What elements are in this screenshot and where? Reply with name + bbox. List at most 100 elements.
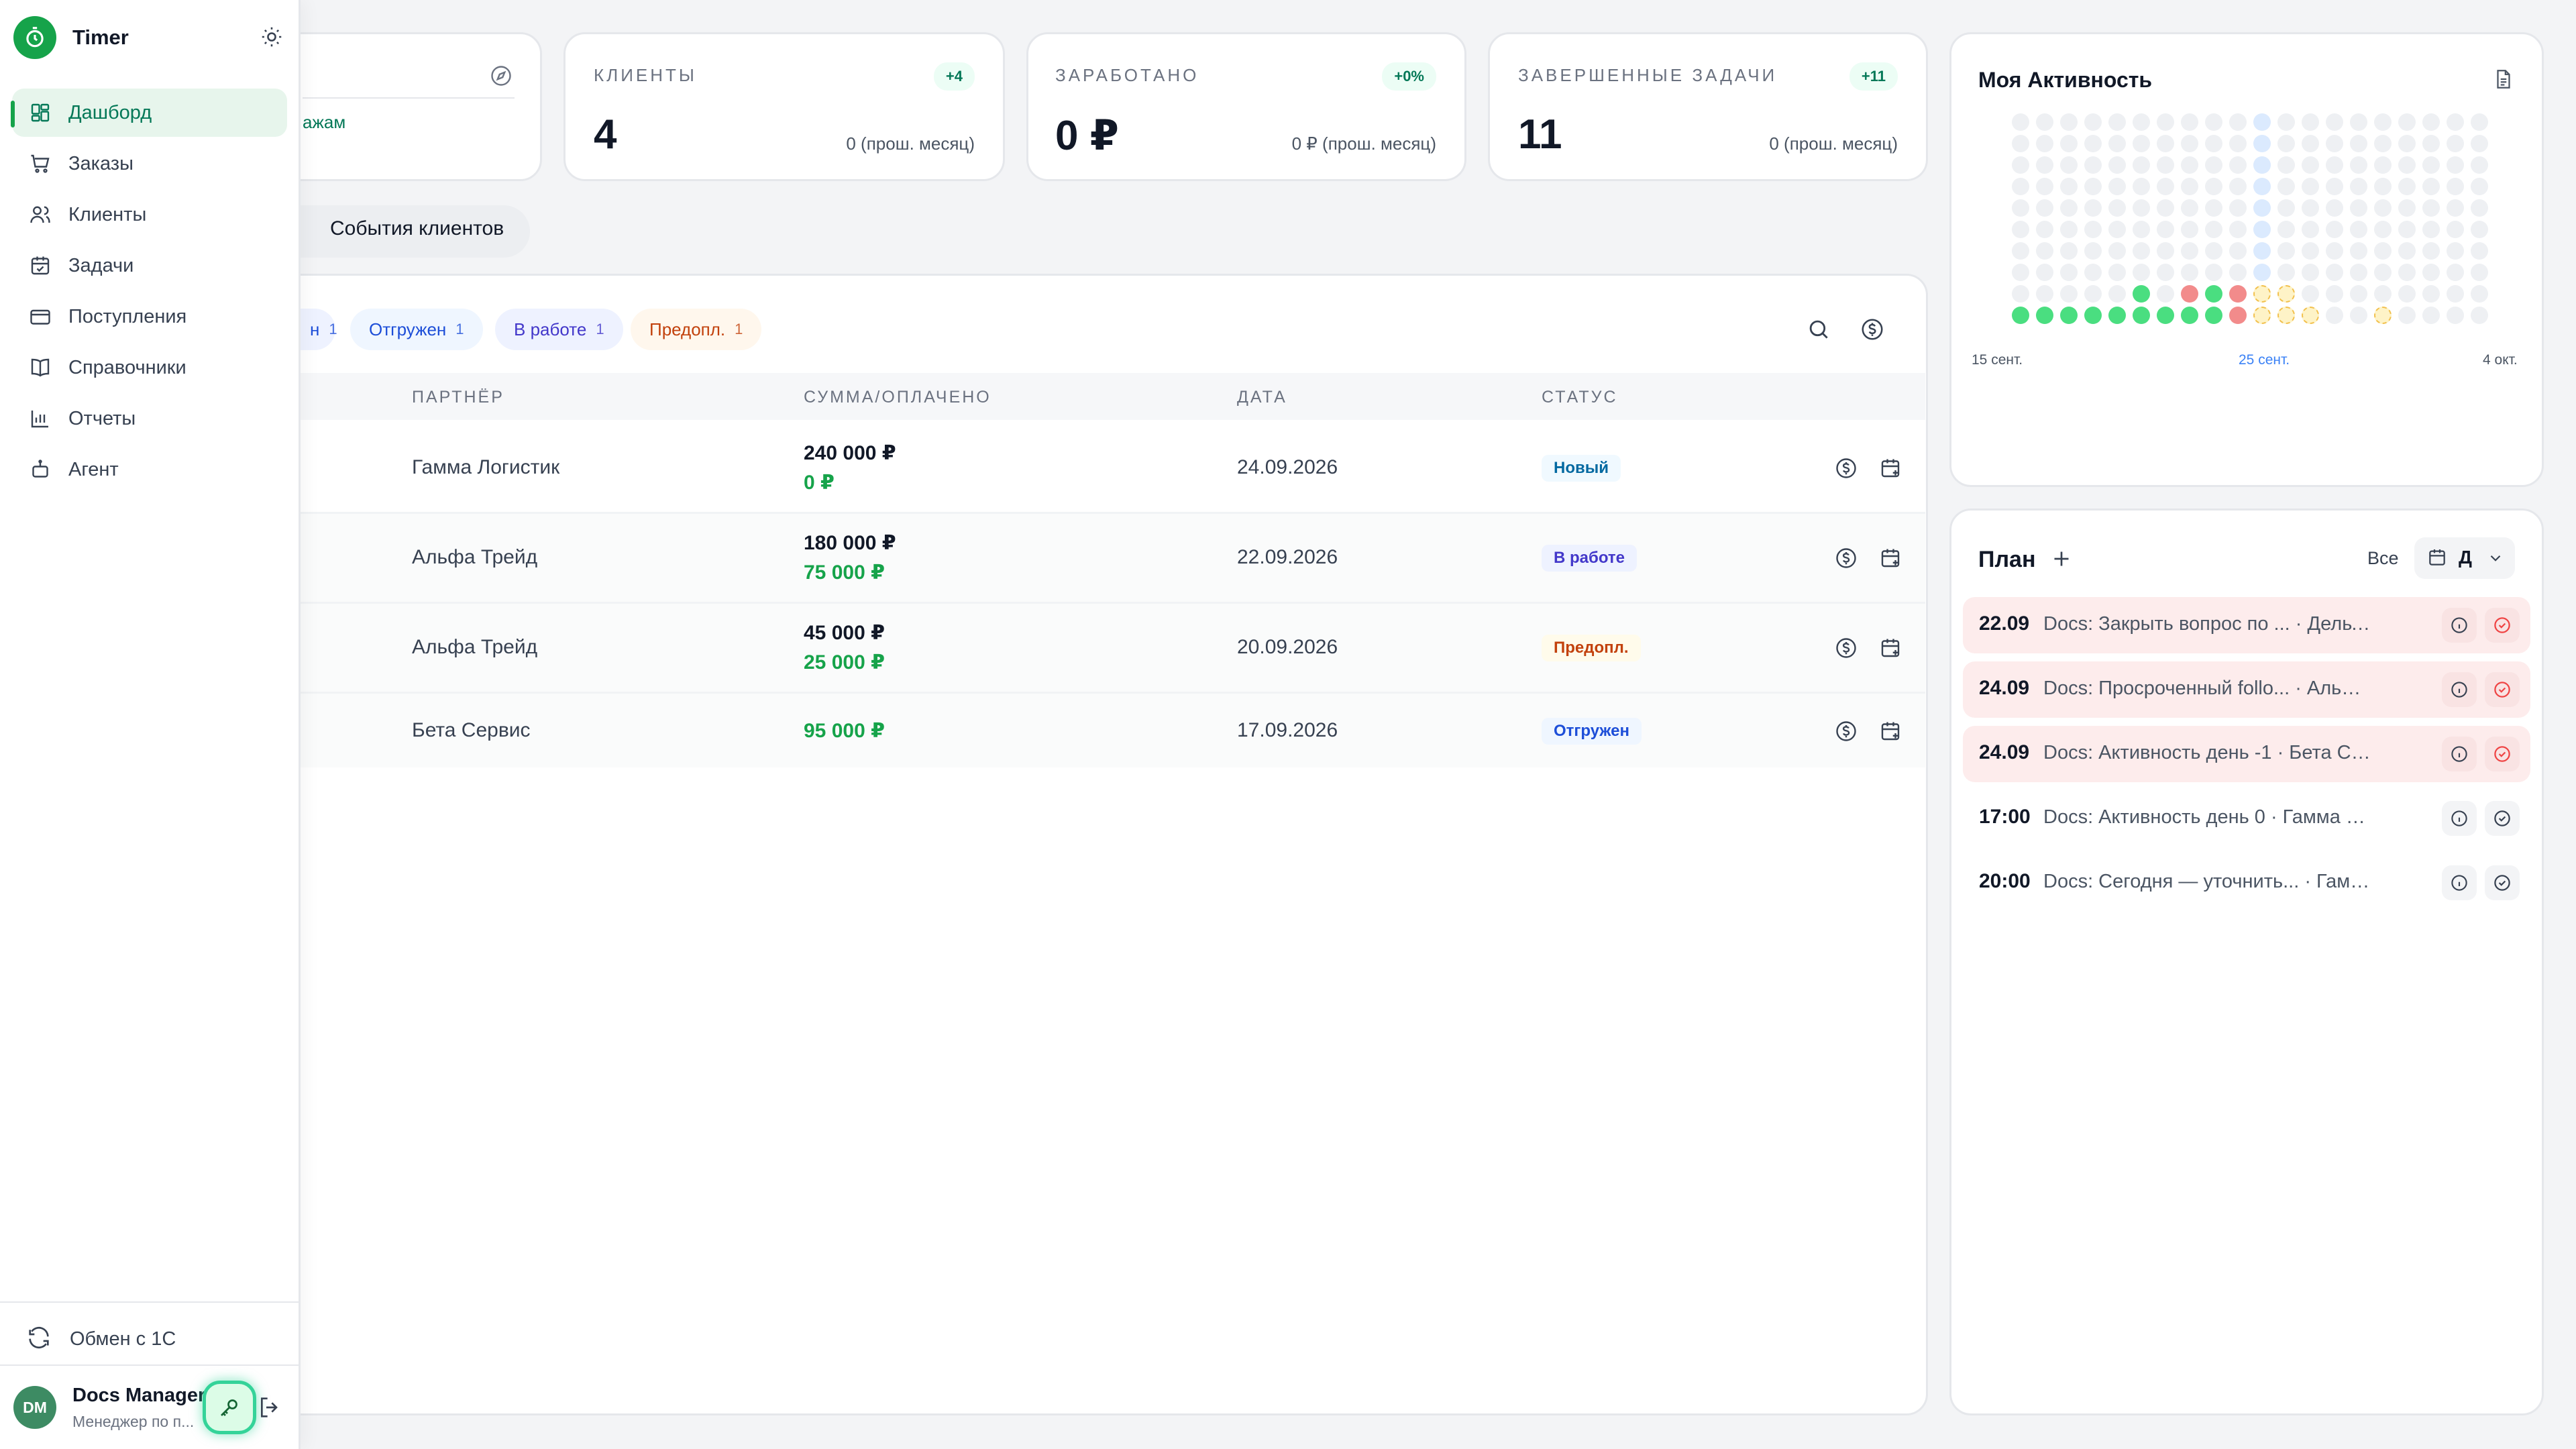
sidebar-item-bot[interactable]: Агент: [12, 445, 287, 494]
col-header-amount[interactable]: СУММА/ОПЛАЧЕНО: [804, 388, 991, 407]
table-header: [301, 373, 1925, 420]
sidebar-item-card[interactable]: Поступления: [12, 292, 287, 341]
complete-icon[interactable]: [2485, 737, 2520, 771]
sidebar-item-book[interactable]: Справочники: [12, 343, 287, 392]
plan-item[interactable]: 24.09 Docs: Просроченный follo... · Альфа…: [1963, 661, 2530, 718]
cell-partner[interactable]: Гамма Логистик: [412, 456, 559, 479]
complete-icon[interactable]: [2485, 801, 2520, 836]
complete-icon[interactable]: [2485, 865, 2520, 900]
plan-item[interactable]: 22.09 Docs: Закрыть вопрос по ... · Дельт…: [1963, 597, 2530, 653]
activity-cell: [2398, 199, 2416, 217]
col-header-status[interactable]: СТАТУС: [1542, 388, 1618, 407]
col-header-partner[interactable]: ПАРТНЁР: [412, 388, 504, 407]
activity-cell: [2422, 242, 2440, 260]
plan-filter-all[interactable]: Все: [2367, 548, 2399, 569]
add-plan-icon[interactable]: [2049, 547, 2074, 571]
theme-toggle-icon[interactable]: [259, 24, 284, 50]
sidebar: Timer Дашборд Заказы Клиенты Задачи Поступле…: [0, 0, 301, 1449]
plan-item[interactable]: 17:00 Docs: Активность день 0 · Гамма Лог…: [1963, 790, 2530, 847]
users-icon: [27, 201, 54, 228]
activity-cell: [2253, 285, 2271, 303]
activity-cell: [2036, 135, 2053, 152]
activity-cell: [2253, 199, 2271, 217]
info-icon[interactable]: [2442, 672, 2477, 707]
info-icon[interactable]: [2442, 608, 2477, 643]
activity-cell: [2302, 221, 2319, 238]
sidebar-item-chart[interactable]: Отчеты: [12, 394, 287, 443]
plan-item[interactable]: 20:00 Docs: Сегодня — уточнить... · Гамма…: [1963, 855, 2530, 911]
activity-cell: [2447, 221, 2464, 238]
cell-partner[interactable]: Альфа Трейд: [412, 546, 537, 569]
avatar[interactable]: DM: [13, 1386, 56, 1429]
filter-pill-prepaid[interactable]: Предопл. 1: [631, 309, 762, 350]
activity-cell: [2302, 113, 2319, 131]
partial-card-link[interactable]: ажам: [303, 112, 345, 133]
cell-paid: 75 000 ₽: [804, 561, 885, 584]
activity-cell: [2205, 285, 2222, 303]
complete-icon[interactable]: [2485, 608, 2520, 643]
calendar-add-icon[interactable]: [1878, 719, 1902, 743]
table-row[interactable]: [301, 604, 1925, 694]
search-icon[interactable]: [1806, 317, 1831, 342]
filter-pill-shipped[interactable]: Отгружен 1: [350, 309, 483, 350]
activity-cell: [2108, 264, 2126, 281]
exchange-1c-button[interactable]: Обмен с 1С: [25, 1318, 280, 1358]
activity-cell: [2422, 178, 2440, 195]
activity-cell: [2012, 135, 2029, 152]
filter-pill-in-work[interactable]: В работе 1: [495, 309, 623, 350]
cell-partner[interactable]: Бета Сервис: [412, 719, 531, 742]
bot-icon: [27, 456, 54, 483]
stat-prev: 0 (прош. месяц): [1769, 133, 1898, 154]
tab-client-events[interactable]: События клиентов: [330, 217, 504, 240]
sidebar-item-calendar-check[interactable]: Задачи: [12, 241, 287, 290]
activity-cell: [2422, 135, 2440, 152]
activity-cell: [2084, 285, 2102, 303]
activity-cell: [2229, 113, 2247, 131]
payment-icon[interactable]: [1834, 546, 1858, 570]
info-icon[interactable]: [2442, 865, 2477, 900]
activity-cell: [2253, 264, 2271, 281]
info-icon[interactable]: [2442, 737, 2477, 771]
plan-view-label: Д: [2459, 547, 2472, 568]
date-mid: 25 сент.: [2239, 352, 2290, 368]
table-row[interactable]: [301, 514, 1925, 604]
sync-icon: [25, 1324, 52, 1351]
activity-cell: [2326, 156, 2343, 174]
activity-heatmap: [1951, 34, 2542, 370]
sidebar-item-cart[interactable]: Заказы: [12, 140, 287, 188]
currency-filter-icon[interactable]: [1860, 317, 1885, 342]
activity-cell: [2350, 242, 2367, 260]
plan-view-select[interactable]: Д: [2414, 537, 2515, 579]
table-row[interactable]: [301, 694, 1925, 767]
logout-icon[interactable]: [256, 1394, 283, 1421]
calendar-add-icon[interactable]: [1878, 456, 1902, 480]
calendar-add-icon[interactable]: [1878, 636, 1902, 660]
complete-icon[interactable]: [2485, 672, 2520, 707]
plan-item[interactable]: 24.09 Docs: Активность день -1 · Бета Сер…: [1963, 726, 2530, 782]
payment-icon[interactable]: [1834, 719, 1858, 743]
activity-cell: [2157, 199, 2174, 217]
activity-cell: [2422, 199, 2440, 217]
activity-cell: [2398, 307, 2416, 324]
payment-icon[interactable]: [1834, 456, 1858, 480]
payment-icon[interactable]: [1834, 636, 1858, 660]
col-header-date[interactable]: ДАТА: [1237, 388, 1287, 407]
activity-cell: [2302, 135, 2319, 152]
sidebar-item-users[interactable]: Клиенты: [12, 191, 287, 239]
activity-cell: [2277, 242, 2295, 260]
activity-cell: [2398, 135, 2416, 152]
activity-cell: [2012, 242, 2029, 260]
stat-card-tasks: ЗАВЕРШЕННЫЕ ЗАДАЧИ +11 11 0 (прош. месяц…: [1488, 32, 1928, 181]
info-icon[interactable]: [2442, 801, 2477, 836]
compass-icon[interactable]: [489, 64, 513, 88]
sidebar-item-label: Агент: [68, 458, 119, 480]
activity-cell: [2447, 135, 2464, 152]
sidebar-item-dashboard[interactable]: Дашборд: [12, 89, 287, 137]
activity-cell: [2181, 113, 2198, 131]
avatar-initials: DM: [23, 1398, 47, 1416]
calendar-add-icon[interactable]: [1878, 546, 1902, 570]
key-button[interactable]: [203, 1381, 256, 1434]
activity-cell: [2471, 156, 2488, 174]
cell-partner[interactable]: Альфа Трейд: [412, 636, 537, 659]
activity-cell: [2060, 242, 2078, 260]
